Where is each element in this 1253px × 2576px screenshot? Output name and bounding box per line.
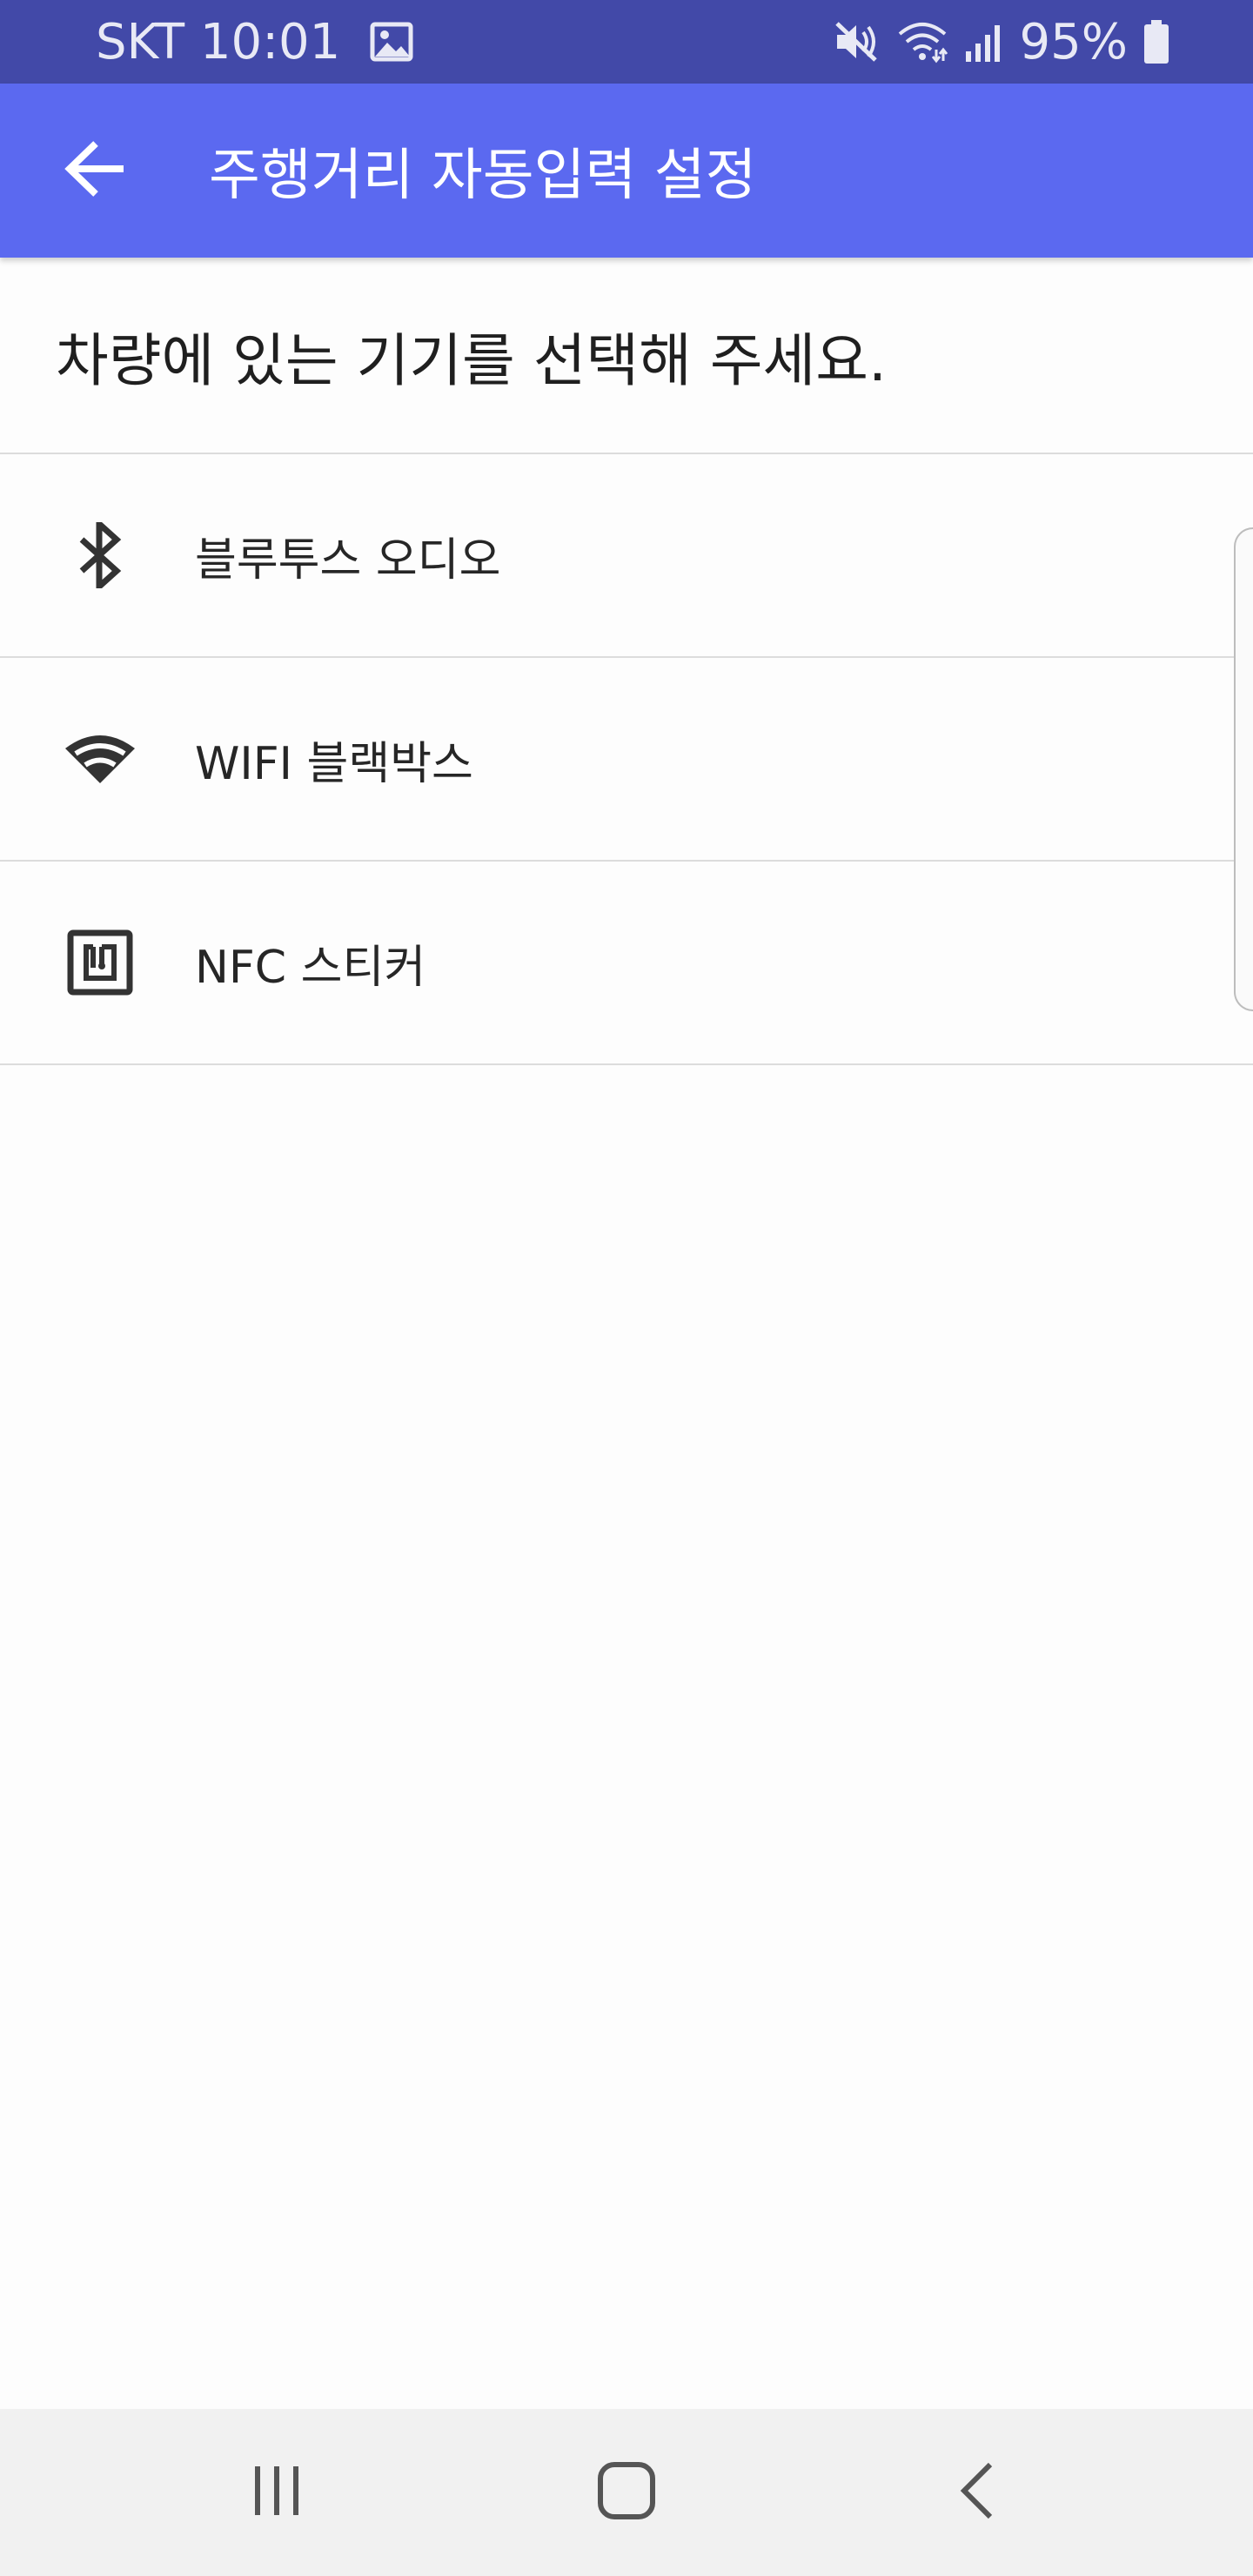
battery-percent: 95%: [1019, 13, 1128, 70]
recent-apps-icon: [249, 2463, 305, 2522]
status-carrier-time: SKT 10:01: [96, 13, 341, 70]
status-left: SKT 10:01: [96, 0, 413, 84]
device-item-bluetooth[interactable]: 블루투스 오디오: [0, 454, 1253, 656]
home-icon: [597, 2461, 656, 2524]
back-button[interactable]: [52, 127, 139, 214]
select-device-prompt: 차량에 있는 기기를 선택해 주세요.: [56, 327, 887, 394]
mute-icon: [834, 20, 881, 64]
screen: SKT 10:01 95% 주행거리 자동입력 설정 차량에 있는 기기를 선택…: [0, 0, 1253, 2576]
back-nav-button[interactable]: [907, 2409, 1046, 2576]
status-bar: SKT 10:01 95%: [0, 0, 1253, 84]
home-button[interactable]: [557, 2409, 696, 2576]
device-item-nfc[interactable]: NFC 스티커: [0, 862, 1253, 1063]
device-label: NFC 스티커: [195, 941, 426, 994]
divider: [0, 1063, 1253, 1065]
status-right: 95%: [834, 0, 1169, 84]
recent-apps-button[interactable]: [207, 2409, 346, 2576]
edge-panel-handle[interactable]: [1234, 527, 1253, 1011]
page-title: 주행거리 자동입력 설정: [209, 144, 757, 208]
battery-icon: [1143, 19, 1169, 64]
app-bar: 주행거리 자동입력 설정: [0, 84, 1253, 258]
gallery-icon: [370, 22, 413, 62]
device-item-wifi[interactable]: WIFI 블랙박스: [0, 658, 1253, 860]
signal-icon: [964, 20, 1004, 64]
wifi-icon: [61, 658, 139, 860]
wifi-icon: [896, 20, 948, 64]
device-label: 블루투스 오디오: [195, 533, 501, 587]
device-label: WIFI 블랙박스: [195, 737, 473, 790]
back-icon: [957, 2461, 995, 2524]
navigation-bar: [0, 2409, 1253, 2576]
nfc-icon: [61, 862, 139, 1063]
bluetooth-icon: [61, 454, 139, 656]
arrow-back-icon: [64, 140, 127, 201]
